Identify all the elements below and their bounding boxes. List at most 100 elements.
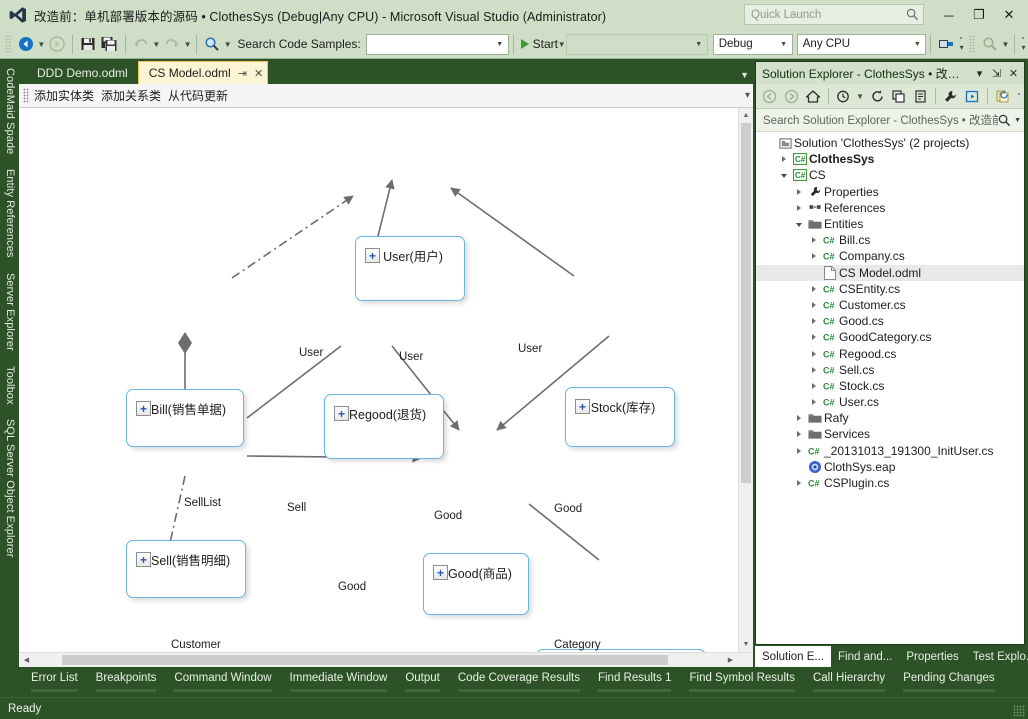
home-button[interactable] <box>803 86 824 107</box>
search-code-samples-dropdown[interactable]: ▼ <box>223 34 232 55</box>
chevron-right-icon[interactable] <box>807 237 821 244</box>
chevron-right-icon[interactable] <box>807 366 821 373</box>
tree-item-regood-cs[interactable]: C# Regood.cs <box>756 345 1024 361</box>
search-options-dropdown[interactable]: ▼ <box>1014 117 1021 124</box>
search-code-samples-input[interactable]: ▼ <box>365 33 509 55</box>
chevron-right-icon[interactable] <box>807 301 821 308</box>
diagram-toolbar-grip[interactable] <box>23 88 29 103</box>
chevron-right-icon[interactable] <box>777 156 791 163</box>
sidebar-tab-entity-references[interactable]: Entity References <box>0 162 19 266</box>
tree-item-csplugin-cs[interactable]: C# CSPlugin.cs <box>756 475 1024 491</box>
bottom-tab-call-hierarchy[interactable]: Call Hierarchy <box>804 672 894 692</box>
toolbar-grip[interactable] <box>5 35 12 53</box>
diagram-node-good[interactable]: + Good(商品) <box>423 553 529 615</box>
tree-item-bill-cs[interactable]: C# Bill.cs <box>756 232 1024 248</box>
expand-icon[interactable]: + <box>575 399 590 414</box>
chevron-right-icon[interactable] <box>807 285 821 292</box>
scroll-down-icon[interactable]: ▼ <box>739 637 753 652</box>
tabstrip-overflow-icon[interactable]: ▼ <box>740 70 749 80</box>
solution-configuration-combo[interactable]: Debug ▼ <box>712 33 793 55</box>
canvas-vertical-scrollbar[interactable]: ▲ ▼ <box>738 108 753 652</box>
pending-changes-button[interactable] <box>833 86 854 107</box>
chevron-down-icon[interactable] <box>777 172 791 179</box>
scroll-right-icon[interactable]: ▶ <box>723 653 738 667</box>
redo-dropdown[interactable]: ▼ <box>183 34 192 55</box>
chevron-right-icon[interactable] <box>792 480 806 487</box>
scroll-up-icon[interactable]: ▲ <box>739 108 753 123</box>
scroll-left-icon[interactable]: ◀ <box>19 653 34 667</box>
sidebar-tab-server-explorer[interactable]: Server Explorer <box>0 266 19 359</box>
save-all-button[interactable] <box>99 33 121 56</box>
close-icon[interactable]: ✕ <box>1005 67 1022 80</box>
find-button[interactable] <box>979 33 1001 56</box>
chevron-right-icon[interactable] <box>807 399 821 406</box>
search-code-samples-button[interactable] <box>201 33 223 56</box>
pending-changes-dropdown[interactable]: ▼ <box>855 87 866 105</box>
sidebar-tab-codemaid-spade[interactable]: CodeMaid Spade <box>0 61 19 162</box>
document-tab-ddd-demo[interactable]: DDD Demo.odml <box>27 62 138 84</box>
start-dropdown[interactable]: ▼ <box>557 34 566 55</box>
vscroll-thumb[interactable] <box>741 123 751 483</box>
bottom-tab-output[interactable]: Output <box>396 672 449 692</box>
tree-item-goodcategory-cs[interactable]: C# GoodCategory.cs <box>756 329 1024 345</box>
solution-explorer-toolbar-overflow[interactable]: " <box>1014 86 1024 107</box>
sync-button[interactable] <box>867 86 888 107</box>
diagram-node-user[interactable]: + User(用户) <box>355 236 465 301</box>
diagram-node-sell[interactable]: + Sell(销售明细) <box>126 540 246 598</box>
diagram-toolbar-overflow-icon[interactable]: ▾ <box>745 90 750 101</box>
close-icon[interactable]: ✕ <box>254 67 263 80</box>
dock-tab-find-and-replace[interactable]: Find and... <box>831 646 899 667</box>
diagram-node-stock[interactable]: + Stock(库存) <box>565 387 675 447</box>
bottom-tab-code-coverage-results[interactable]: Code Coverage Results <box>449 672 589 692</box>
save-button[interactable] <box>77 33 99 56</box>
expand-icon[interactable]: + <box>136 401 151 416</box>
start-button[interactable]: Start <box>518 33 558 56</box>
dock-tab-properties[interactable]: Properties <box>899 646 965 667</box>
back-button[interactable] <box>759 86 780 107</box>
bottom-tab-find-symbol-results[interactable]: Find Symbol Results <box>680 672 803 692</box>
tree-item-rafy[interactable]: Rafy <box>756 410 1024 426</box>
pin-icon[interactable]: ⇥ <box>238 67 247 80</box>
chevron-right-icon[interactable] <box>792 447 806 454</box>
navigate-back-dropdown[interactable]: ▼ <box>37 34 46 55</box>
dock-tab-test-explorer[interactable]: Test Explo... <box>966 646 1028 667</box>
sidebar-tab-sql-server-object-explorer[interactable]: SQL Server Object Explorer <box>0 412 19 566</box>
preview-selected-items-button[interactable] <box>962 86 983 107</box>
chevron-right-icon[interactable] <box>792 431 806 438</box>
bottom-tab-immediate-window[interactable]: Immediate Window <box>281 672 397 692</box>
hscroll-track[interactable] <box>34 653 723 667</box>
tree-item-stock-cs[interactable]: C# Stock.cs <box>756 378 1024 394</box>
chevron-right-icon[interactable] <box>792 415 806 422</box>
undo-button[interactable] <box>130 33 152 56</box>
maximize-button[interactable]: ❐ <box>964 2 994 28</box>
diagram-node-bill[interactable]: + Bill(销售单据) <box>126 389 244 447</box>
pin-icon[interactable]: ⇲ <box>988 67 1005 80</box>
tree-item-company-cs[interactable]: C# Company.cs <box>756 248 1024 264</box>
toolbar-overflow-button[interactable]: " ▾ <box>1019 33 1028 56</box>
hscroll-thumb[interactable] <box>61 655 668 665</box>
tree-item-clothsys-eap[interactable]: ClothSys.eap <box>756 459 1024 475</box>
bottom-tab-find-results-1[interactable]: Find Results 1 <box>589 672 681 692</box>
solution-explorer-search-box[interactable]: Search Solution Explorer - ClothesSys • … <box>756 109 1024 132</box>
properties-button[interactable] <box>940 86 961 107</box>
vscroll-track[interactable] <box>739 123 753 637</box>
tree-item-clothessys[interactable]: C# ClothesSys <box>756 151 1024 167</box>
quick-launch-input[interactable]: Quick Launch <box>744 4 924 25</box>
attach-to-process-button[interactable] <box>935 33 957 56</box>
bottom-tab-command-window[interactable]: Command Window <box>165 672 280 692</box>
chevron-right-icon[interactable] <box>807 253 821 260</box>
tree-item-cs[interactable]: C# CS <box>756 167 1024 183</box>
chevron-down-icon[interactable]: ▾ <box>971 67 988 80</box>
bottom-tab-breakpoints[interactable]: Breakpoints <box>87 672 166 692</box>
chevron-down-icon[interactable] <box>792 221 806 228</box>
undo-dropdown[interactable]: ▼ <box>152 34 161 55</box>
solution-platform-combo[interactable]: Any CPU ▼ <box>796 33 927 55</box>
chevron-right-icon[interactable] <box>792 204 806 211</box>
redo-button[interactable] <box>161 33 183 56</box>
tree-item-references[interactable]: References <box>756 200 1024 216</box>
document-tab-cs-model[interactable]: CS Model.odml ⇥ ✕ <box>137 61 269 84</box>
canvas-horizontal-scrollbar[interactable]: ◀ ▶ <box>19 652 753 667</box>
forward-button[interactable] <box>781 86 802 107</box>
minimize-button[interactable]: － <box>934 2 964 28</box>
find-dropdown[interactable]: ▼ <box>1001 34 1010 55</box>
